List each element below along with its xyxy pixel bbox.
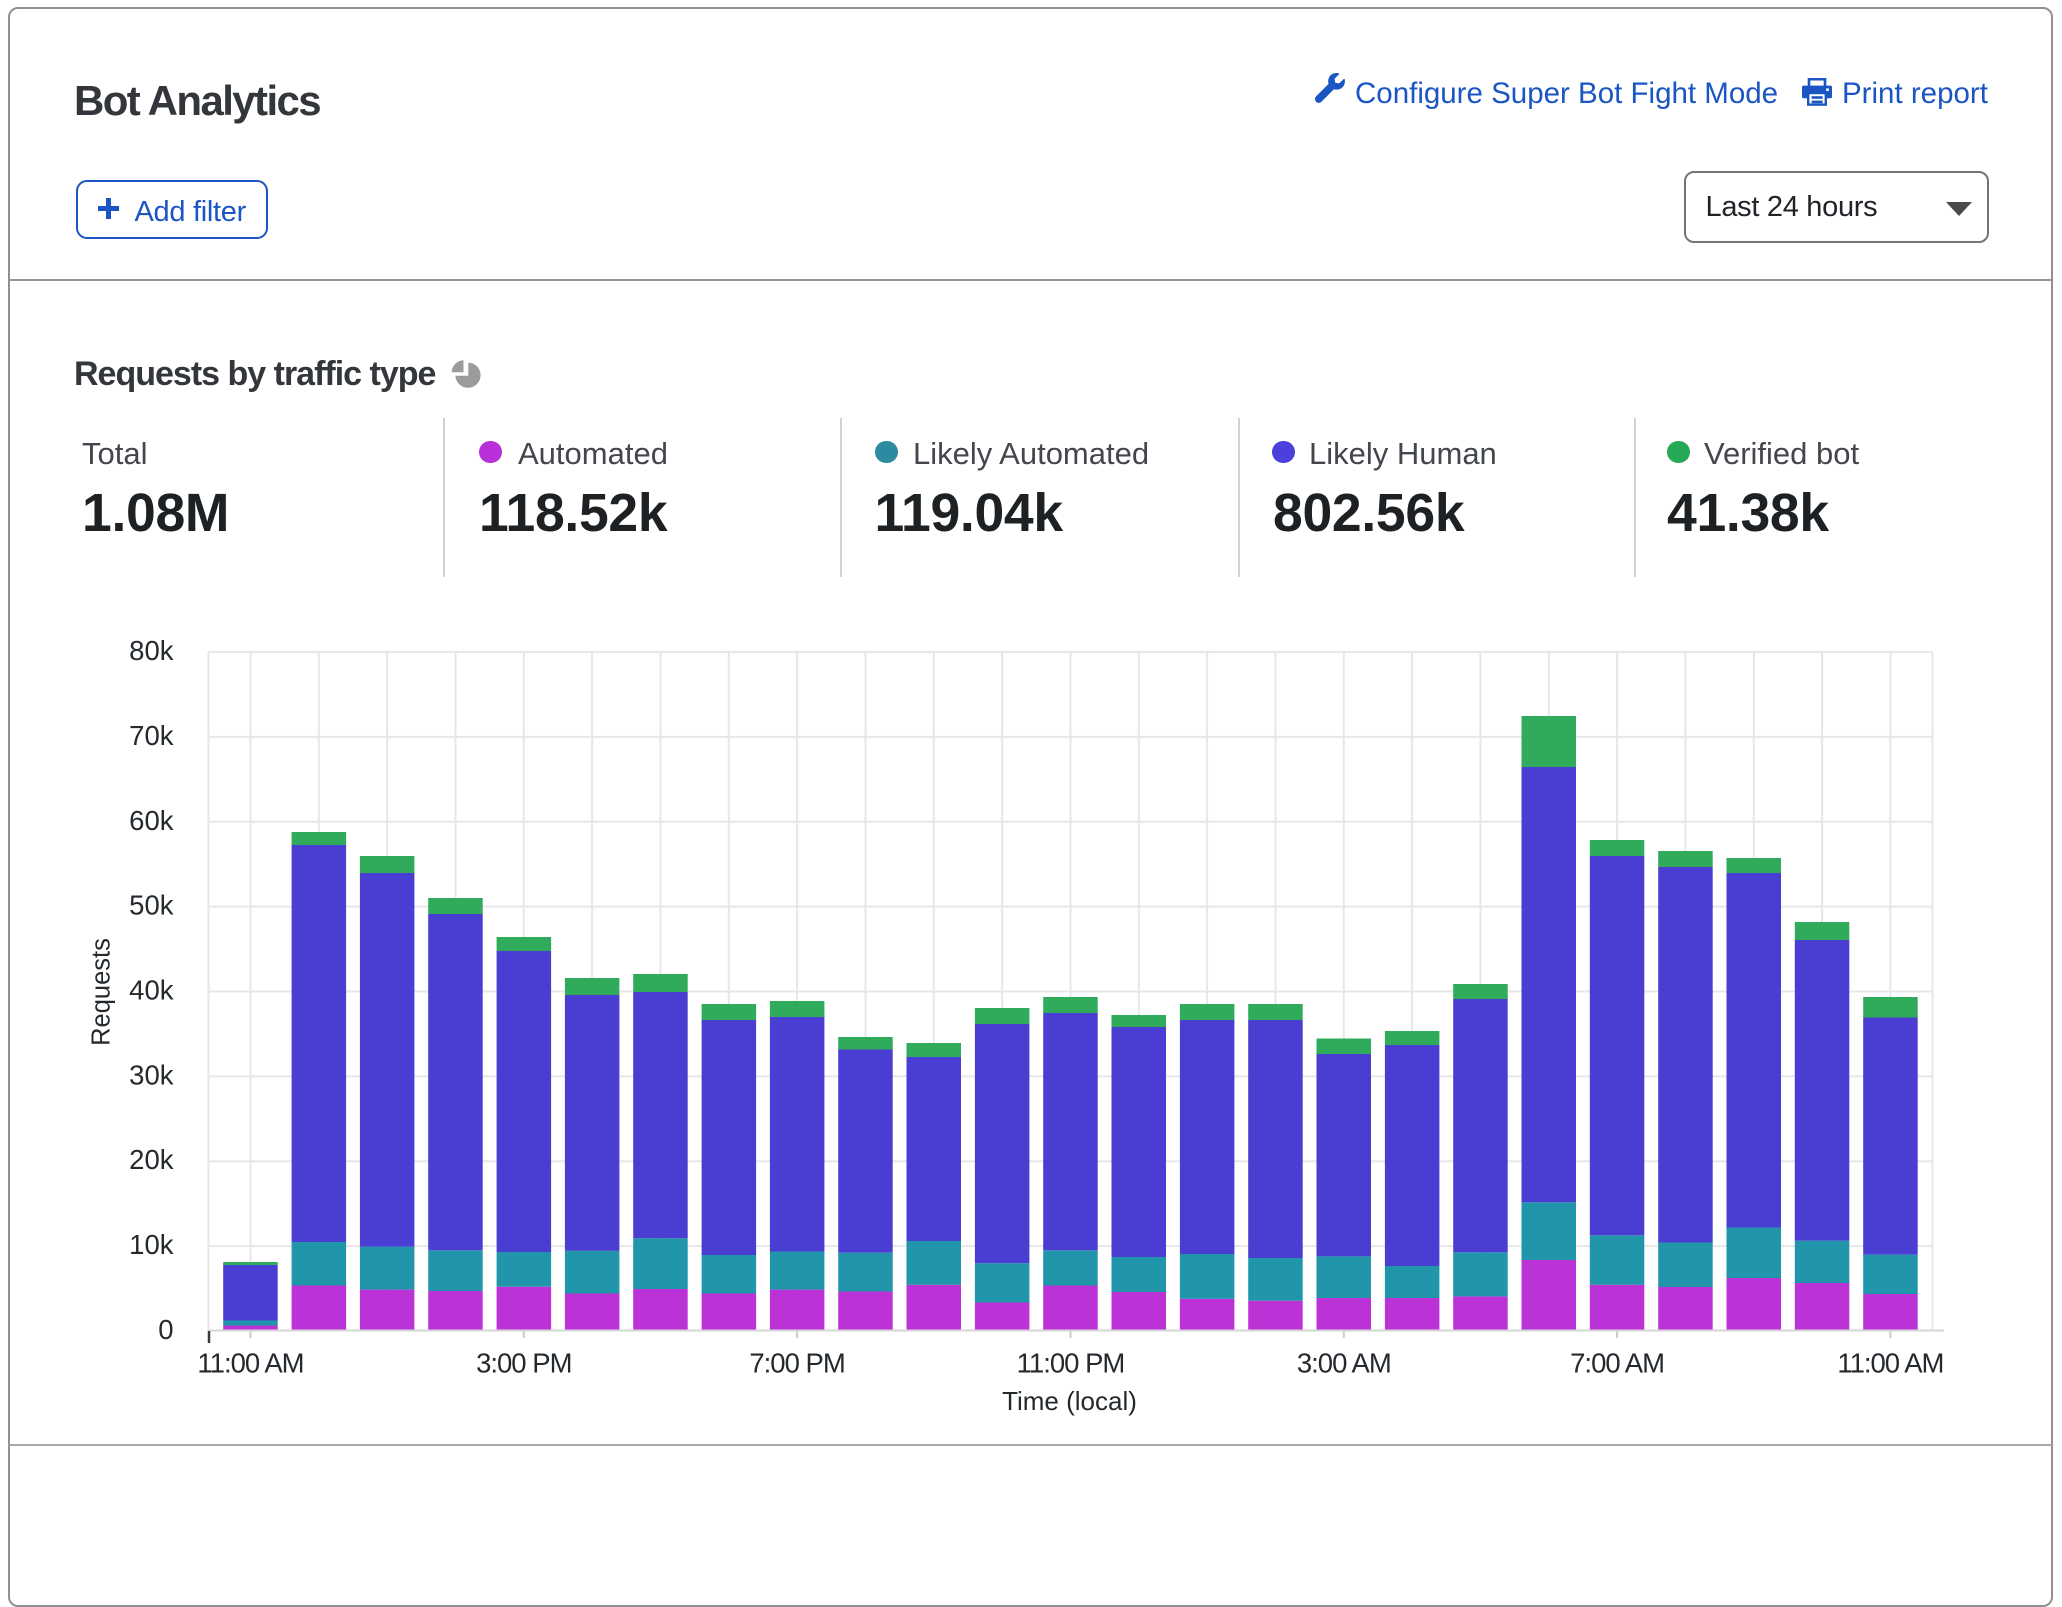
svg-text:7:00 AM: 7:00 AM: [1570, 1348, 1664, 1379]
svg-text:20k: 20k: [129, 1144, 174, 1175]
svg-text:Requests: Requests: [88, 938, 116, 1046]
svg-text:3:00 AM: 3:00 AM: [1297, 1348, 1391, 1379]
svg-text:11:00 AM: 11:00 AM: [1837, 1348, 1943, 1379]
svg-text:0: 0: [158, 1314, 173, 1345]
svg-text:30k: 30k: [129, 1059, 174, 1090]
svg-text:11:00 PM: 11:00 PM: [1017, 1348, 1125, 1379]
svg-text:Time (local): Time (local): [1002, 1386, 1137, 1416]
svg-text:3:00 PM: 3:00 PM: [476, 1348, 571, 1379]
svg-text:11:00 AM: 11:00 AM: [197, 1348, 303, 1379]
svg-text:40k: 40k: [129, 975, 174, 1006]
svg-text:70k: 70k: [129, 720, 174, 751]
svg-text:7:00 PM: 7:00 PM: [749, 1348, 844, 1379]
svg-text:60k: 60k: [129, 805, 174, 836]
svg-text:80k: 80k: [129, 635, 174, 666]
svg-text:50k: 50k: [129, 890, 174, 921]
svg-text:10k: 10k: [129, 1229, 174, 1260]
